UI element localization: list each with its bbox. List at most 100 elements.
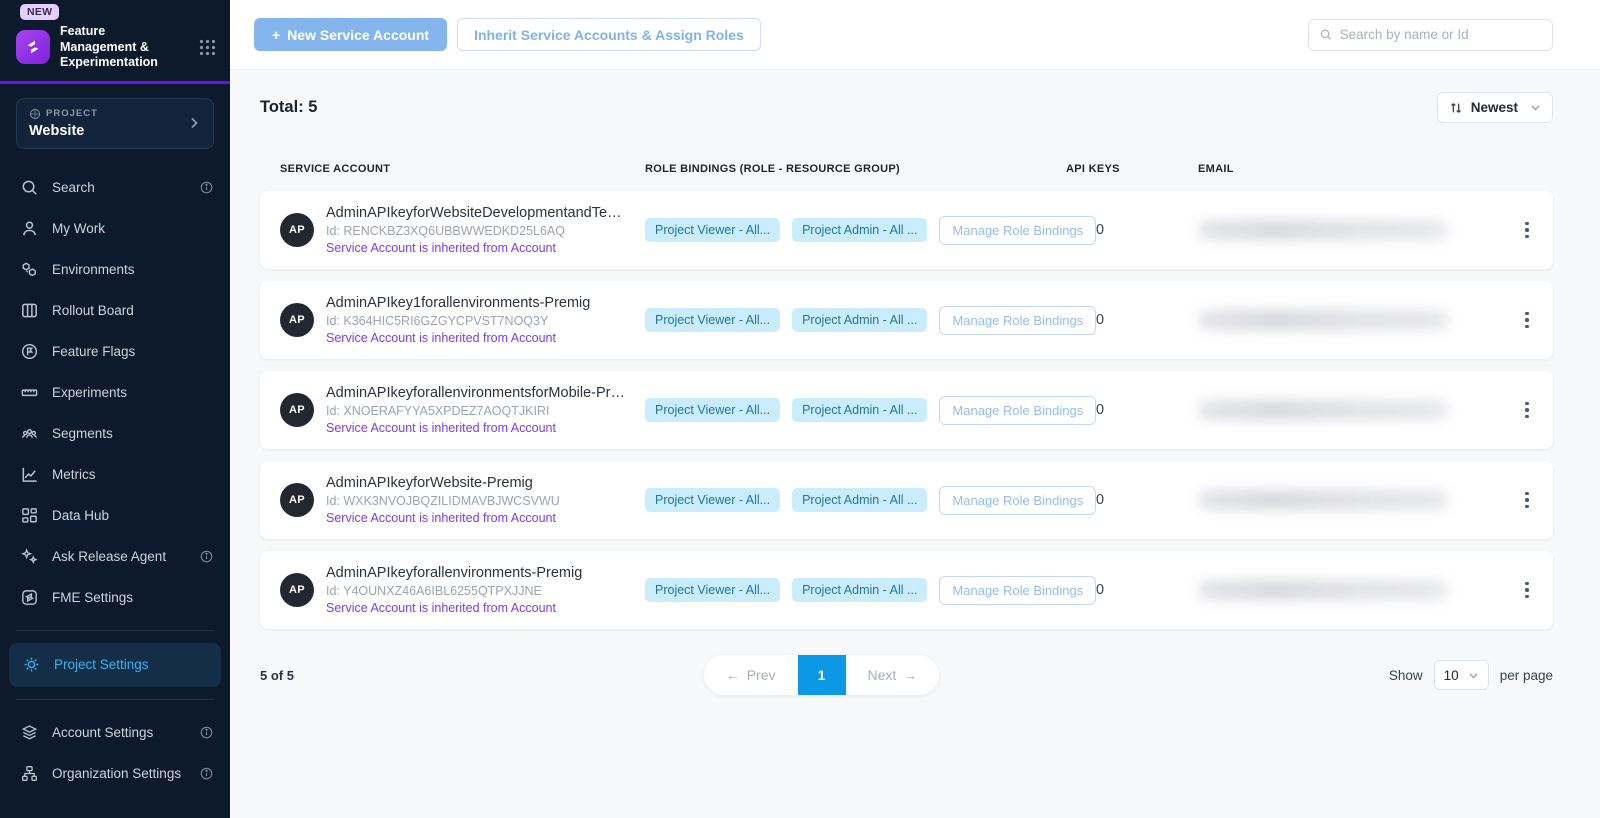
sidebar-item-fme-settings[interactable]: FME Settings — [0, 577, 230, 618]
service-account-id: Id: WXK3NVOJBQZILIDMAVBJWCSVWU — [326, 494, 560, 508]
prev-page-button[interactable]: ← Prev — [704, 655, 798, 695]
next-page-button[interactable]: Next → — [846, 655, 940, 695]
row-menu-icon[interactable] — [1517, 308, 1537, 333]
service-account-cell: AP AdminAPIkey1forallenvironments-Premig… — [280, 295, 645, 345]
search-input[interactable] — [1340, 27, 1542, 42]
inherit-service-accounts-button[interactable]: Inherit Service Accounts & Assign Roles — [457, 18, 761, 51]
chevron-right-icon — [187, 116, 201, 130]
sidebar-item-metrics[interactable]: Metrics — [0, 454, 230, 495]
api-keys-count: 0 — [1066, 312, 1198, 328]
sidebar-item-label: Account Settings — [52, 725, 153, 740]
sidebar-item-feature-flags[interactable]: Feature Flags — [0, 331, 230, 372]
service-account-id: Id: Y4OUNXZ46A6IBL6255QTPXJJNE — [326, 584, 582, 598]
sidebar-item-label: Data Hub — [52, 508, 109, 523]
email-redacted — [1198, 490, 1448, 510]
service-account-cell: AP AdminAPIkeyforallenvironmentsforMobil… — [280, 385, 645, 435]
people-icon — [20, 424, 39, 443]
page-size-select[interactable]: 10 — [1434, 660, 1489, 690]
sidebar-item-environments[interactable]: Environments — [0, 249, 230, 290]
table-header: SERVICE ACCOUNT ROLE BINDINGS (ROLE - RE… — [260, 163, 1553, 175]
table-row: AP AdminAPIkey1forallenvironments-Premig… — [260, 281, 1553, 359]
user-icon — [20, 219, 39, 238]
avatar: AP — [280, 393, 314, 427]
chart-icon — [20, 465, 39, 484]
role-bindings-cell: Project Viewer - All...Project Admin - A… — [645, 486, 1066, 515]
role-binding-badge: Project Viewer - All... — [645, 218, 780, 242]
sidebar-header: NEW Feature Management & Experimentation — [0, 0, 230, 84]
column-api-keys: API KEYS — [1066, 163, 1198, 175]
sidebar-item-segments[interactable]: Segments — [0, 413, 230, 454]
api-keys-count: 0 — [1066, 582, 1198, 598]
sparkles-icon — [20, 547, 39, 566]
new-service-account-label: New Service Account — [287, 27, 429, 43]
table-row: AP AdminAPIkeyforWebsite-Premig Id: WXK3… — [260, 461, 1553, 539]
sidebar-item-label: Search — [52, 180, 95, 195]
data-hub-icon — [20, 506, 39, 525]
inherited-note: Service Account is inherited from Accoun… — [326, 421, 626, 435]
pagination-footer: 5 of 5 ← Prev 1 Next → Show 10 per page — [260, 655, 1553, 695]
sidebar-item-ask-release-agent[interactable]: Ask Release Agent — [0, 536, 230, 577]
sidebar-item-project-settings[interactable]: Project Settings — [9, 643, 221, 687]
sidebar-nav: Search My Work Environments Rollout Boar… — [0, 153, 230, 794]
sidebar-item-experiments[interactable]: Experiments — [0, 372, 230, 413]
info-icon[interactable] — [199, 180, 214, 195]
project-name: Website — [29, 123, 98, 139]
inherited-note: Service Account is inherited from Accoun… — [326, 331, 590, 345]
search-box — [1308, 19, 1553, 51]
email-redacted — [1198, 220, 1448, 240]
sidebar-item-label: Segments — [52, 426, 113, 441]
sidebar-item-label: Environments — [52, 262, 135, 277]
sort-value: Newest — [1471, 100, 1518, 115]
sidebar-item-rollout-board[interactable]: Rollout Board — [0, 290, 230, 331]
info-icon[interactable] — [199, 725, 214, 740]
api-keys-count: 0 — [1066, 222, 1198, 238]
fme-logo — [16, 30, 50, 64]
sidebar-item-organization-settings[interactable]: Organization Settings — [0, 753, 230, 794]
api-keys-count: 0 — [1066, 402, 1198, 418]
row-menu-icon[interactable] — [1517, 578, 1537, 603]
sidebar-item-label: My Work — [52, 221, 105, 236]
row-menu-icon[interactable] — [1517, 488, 1537, 513]
sort-dropdown[interactable]: Newest — [1437, 92, 1553, 123]
chevron-down-icon — [1530, 102, 1541, 113]
per-page-label: per page — [1500, 668, 1553, 683]
inherited-note: Service Account is inherited from Accoun… — [326, 601, 582, 615]
cube-icon — [29, 108, 41, 120]
info-icon[interactable] — [199, 549, 214, 564]
new-service-account-button[interactable]: + New Service Account — [254, 18, 447, 51]
arrow-left-icon: ← — [726, 667, 740, 683]
divider — [16, 699, 214, 700]
service-account-name[interactable]: AdminAPIkeyforWebsiteDevelopmentandTesti… — [326, 205, 626, 221]
service-account-name[interactable]: AdminAPIkeyforallenvironmentsforMobile-P… — [326, 385, 626, 401]
sidebar-item-search[interactable]: Search — [0, 167, 230, 208]
sidebar: NEW Feature Management & Experimentation… — [0, 0, 230, 818]
project-selector[interactable]: PROJECT Website — [16, 98, 214, 149]
flag-icon — [20, 342, 39, 361]
info-icon[interactable] — [199, 766, 214, 781]
sidebar-item-account-settings[interactable]: Account Settings — [0, 712, 230, 753]
service-account-name[interactable]: AdminAPIkeyforallenvironments-Premig — [326, 565, 582, 581]
page-number-active[interactable]: 1 — [798, 655, 846, 695]
sort-arrows-icon — [1449, 101, 1463, 115]
role-binding-badge: Project Admin - All ... — [792, 578, 927, 602]
table-row: AP AdminAPIkeyforallenvironments-Premig … — [260, 551, 1553, 629]
service-account-name[interactable]: AdminAPIkey1forallenvironments-Premig — [326, 295, 590, 311]
app-title: Feature Management & Experimentation — [60, 24, 172, 71]
layers-gear-icon — [20, 723, 39, 742]
role-binding-badge: Project Admin - All ... — [792, 308, 927, 332]
board-icon — [20, 301, 39, 320]
avatar: AP — [280, 483, 314, 517]
ruler-icon — [20, 383, 39, 402]
email-cell — [1198, 220, 1517, 240]
search-icon — [20, 178, 39, 197]
role-bindings-cell: Project Viewer - All...Project Admin - A… — [645, 576, 1066, 605]
app-switcher-icon[interactable] — [199, 39, 216, 56]
avatar: AP — [280, 303, 314, 337]
sidebar-item-data-hub[interactable]: Data Hub — [0, 495, 230, 536]
service-account-name[interactable]: AdminAPIkeyforWebsite-Premig — [326, 475, 560, 491]
sidebar-item-my-work[interactable]: My Work — [0, 208, 230, 249]
row-menu-icon[interactable] — [1517, 398, 1537, 423]
service-account-id: Id: XNOERAFYYA5XPDEZ7AOQTJKIRI — [326, 404, 626, 418]
environments-icon — [20, 260, 39, 279]
row-menu-icon[interactable] — [1517, 218, 1537, 243]
